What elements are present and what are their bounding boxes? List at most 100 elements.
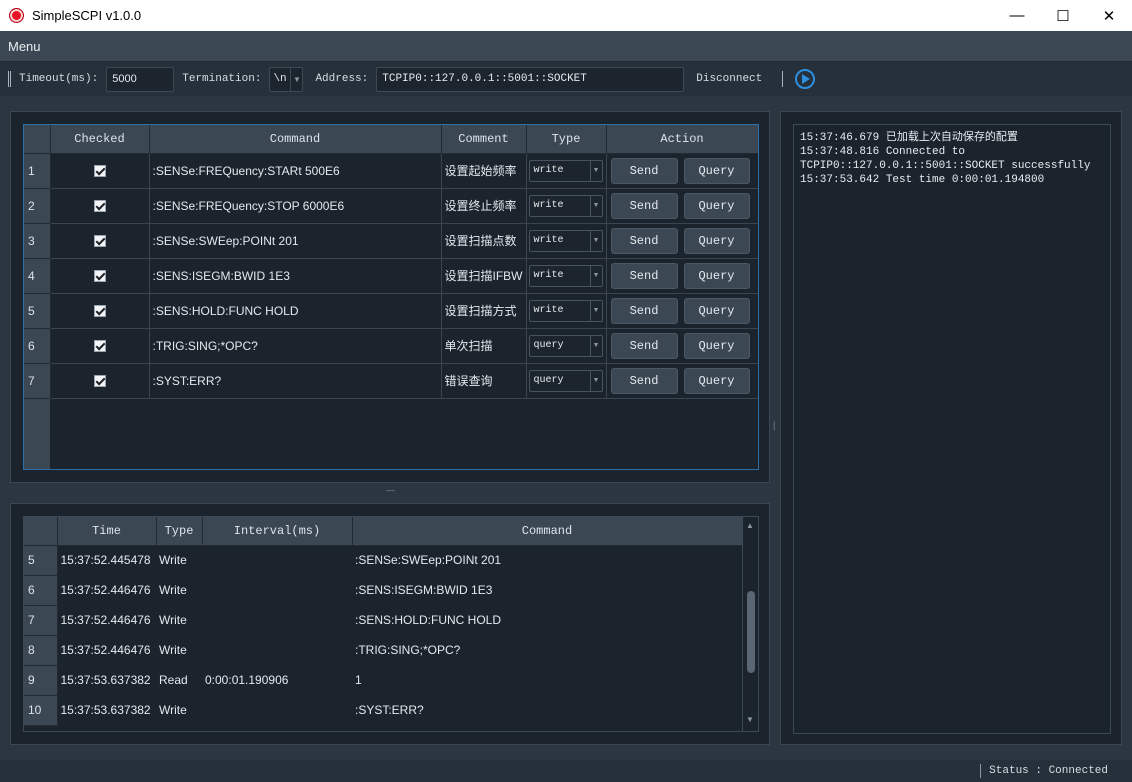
interval-cell[interactable] [202, 545, 352, 575]
row-number[interactable]: 7 [24, 363, 51, 399]
table-row[interactable]: 2:SENSe:FREQuency:STOP 6000E6 设置终止频率 write… [24, 188, 758, 224]
row-number[interactable]: 6 [24, 575, 58, 606]
table-row[interactable]: 8 15:37:52.446476 Write:TRIG:SING;*OPC? [24, 635, 742, 666]
table-row[interactable]: 1 :SENSe:FREQuency:STARt 500E6 设置起始频率 write… [24, 153, 758, 189]
command-cell[interactable]: 1 [352, 665, 742, 695]
menu-item[interactable]: Menu [8, 39, 41, 54]
type-cell[interactable]: write ▼ [526, 258, 607, 294]
row-number[interactable]: 10 [24, 695, 58, 726]
type-select[interactable]: query ▼ [528, 334, 603, 357]
checkbox-icon[interactable] [93, 305, 106, 318]
checked-cell[interactable] [50, 153, 150, 189]
toolbar-grip-icon[interactable] [8, 71, 11, 87]
checkbox-icon[interactable] [93, 375, 106, 388]
scroll-up-icon[interactable]: ▲ [746, 521, 754, 530]
interval-cell[interactable] [202, 635, 352, 665]
scrollbar-thumb[interactable] [747, 591, 755, 673]
column-header-interval[interactable]: Interval(ms) [202, 517, 353, 546]
send-button[interactable]: Send [610, 367, 678, 394]
interval-cell[interactable] [202, 695, 352, 725]
interval-cell[interactable]: 0:00:01.190906 [202, 665, 352, 695]
type-select[interactable]: write ▼ [528, 299, 603, 322]
close-button[interactable]: ✕ [1086, 0, 1132, 31]
comment-cell[interactable]: 设置起始频率 [441, 153, 527, 189]
type-select[interactable]: write ▼ [528, 159, 603, 182]
table-row[interactable]: 5 15:37:52.445478 Write:SENSe:SWEep:POINt … [24, 545, 742, 576]
command-cell[interactable]: :SENS:ISEGM:BWID 1E3 [352, 575, 742, 605]
command-cell[interactable]: :SENSe:FREQuency:STARt 500E6 [149, 153, 442, 189]
checkbox-icon[interactable] [93, 200, 106, 213]
table-row[interactable]: 6:TRIG:SING;*OPC? 单次扫描 query ▼ Send Query [24, 328, 758, 364]
column-header-action[interactable]: Action [606, 125, 758, 154]
command-cell[interactable]: :SENS:ISEGM:BWID 1E3 [149, 258, 442, 294]
comment-cell[interactable]: 设置扫描IFBW [441, 258, 527, 294]
column-header-type[interactable]: Type [156, 517, 203, 546]
checkbox-icon[interactable] [93, 235, 106, 248]
interval-cell[interactable] [202, 575, 352, 605]
query-button[interactable]: Query [683, 332, 750, 359]
column-header-type[interactable]: Type [526, 125, 607, 154]
row-number[interactable]: 2 [24, 188, 51, 224]
row-number[interactable]: 3 [24, 223, 51, 259]
query-button[interactable]: Query [683, 262, 750, 289]
column-header-time[interactable]: Time [57, 517, 157, 546]
command-cell[interactable]: :SENS:HOLD:FUNC HOLD [352, 605, 742, 635]
checked-cell[interactable] [50, 258, 150, 294]
type-select[interactable]: write ▼ [528, 229, 603, 252]
type-cell[interactable]: Write [156, 695, 202, 725]
type-cell[interactable]: Write [156, 635, 202, 665]
column-header-command[interactable]: Command [352, 517, 743, 546]
comment-cell[interactable]: 错误查询 [441, 363, 527, 399]
comment-cell[interactable]: 单次扫描 [441, 328, 527, 364]
column-header-command[interactable]: Command [149, 125, 442, 154]
table-row[interactable]: 3:SENSe:SWEep:POINt 201 设置扫描点数 write ▼ Send Q… [24, 223, 758, 259]
type-cell[interactable]: Write [156, 575, 202, 605]
row-number[interactable]: 7 [24, 605, 58, 636]
command-cell[interactable]: :SENSe:SWEep:POINt 201 [149, 223, 442, 259]
query-button[interactable]: Query [683, 192, 750, 219]
table-row[interactable]: 10 15:37:53.637382 Write:SYST:ERR? [24, 695, 742, 726]
send-button[interactable]: Send [610, 297, 678, 324]
type-cell[interactable]: write ▼ [526, 188, 607, 224]
table-row[interactable]: 6 15:37:52.446476 Write:SENS:ISEGM:BWID 1E… [24, 575, 742, 606]
command-cell[interactable]: :SENSe:FREQuency:STOP 6000E6 [149, 188, 442, 224]
row-number[interactable]: 4 [24, 258, 51, 294]
query-button[interactable]: Query [683, 297, 750, 324]
row-number[interactable]: 1 [24, 153, 51, 189]
splitter-handle-icon[interactable]: — [386, 486, 395, 495]
type-select[interactable]: write ▼ [528, 264, 603, 287]
type-cell[interactable]: write ▼ [526, 293, 607, 329]
send-button[interactable]: Send [610, 262, 678, 289]
query-button[interactable]: Query [683, 227, 750, 254]
checkbox-icon[interactable] [93, 270, 106, 283]
history-scrollbar[interactable]: ▲ ▼ [742, 517, 758, 731]
row-number[interactable]: 9 [24, 665, 58, 696]
time-cell[interactable]: 15:37:53.637382 [57, 665, 156, 695]
query-button[interactable]: Query [683, 367, 750, 394]
table-row[interactable]: 7 15:37:52.446476 Write:SENS:HOLD:FUNC HOL… [24, 605, 742, 636]
checked-cell[interactable] [50, 328, 150, 364]
run-play-icon[interactable] [795, 69, 816, 89]
table-row[interactable]: 9 15:37:53.637382 Read 0:00:01.190906 1 [24, 665, 742, 696]
type-select[interactable]: write ▼ [528, 194, 603, 217]
table-row[interactable]: 7:SYST:ERR? 错误查询 query ▼ Send Query [24, 363, 758, 399]
send-button[interactable]: Send [610, 157, 678, 184]
address-input[interactable]: TCPIP0::127.0.0.1::5001::SOCKET [376, 66, 685, 92]
command-cell[interactable]: :SYST:ERR? [149, 363, 442, 399]
vertical-splitter-icon[interactable]: | [773, 420, 777, 434]
time-cell[interactable]: 15:37:52.446476 [57, 635, 156, 665]
type-cell[interactable]: write ▼ [526, 223, 607, 259]
log-output[interactable]: 15:37:46.679 已加载上次自动保存的配置 15:37:48.816 C… [793, 124, 1111, 734]
checked-cell[interactable] [50, 188, 150, 224]
column-header-checked[interactable]: Checked [50, 125, 150, 154]
type-cell[interactable]: Write [156, 545, 202, 575]
time-cell[interactable]: 15:37:52.445478 [57, 545, 156, 575]
type-cell[interactable]: write ▼ [526, 153, 607, 189]
send-button[interactable]: Send [610, 332, 678, 359]
comment-cell[interactable]: 设置扫描方式 [441, 293, 527, 329]
command-cell[interactable]: :TRIG:SING;*OPC? [149, 328, 442, 364]
scroll-down-icon[interactable]: ▼ [746, 715, 754, 724]
column-header-comment[interactable]: Comment [441, 125, 527, 154]
type-cell[interactable]: query ▼ [526, 328, 607, 364]
type-cell[interactable]: Read [156, 665, 202, 695]
